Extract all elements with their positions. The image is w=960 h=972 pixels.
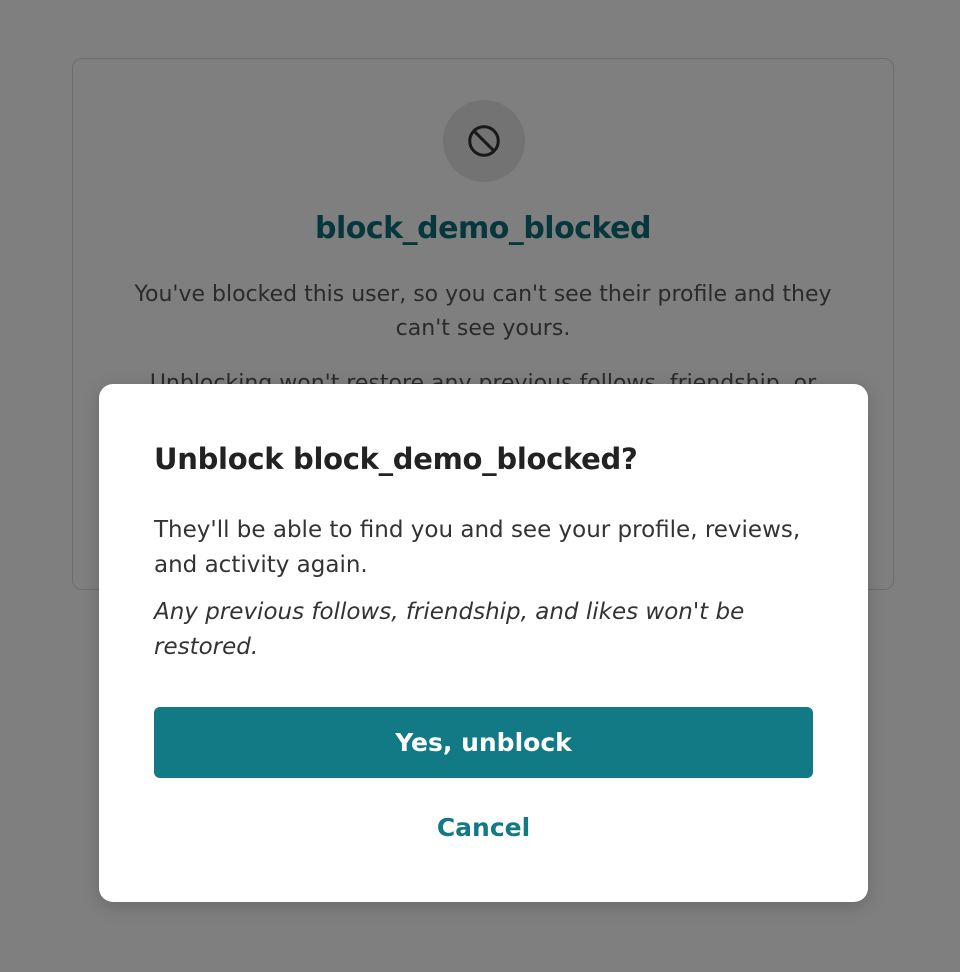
cancel-button[interactable]: Cancel: [154, 797, 813, 857]
unblock-dialog: Unblock block_demo_blocked? They'll be a…: [99, 384, 868, 902]
confirm-unblock-button[interactable]: Yes, unblock: [154, 707, 813, 778]
dialog-body: They'll be able to find you and see your…: [154, 517, 801, 578]
dialog-note: Any previous follows, friendship, and li…: [154, 599, 745, 660]
dialog-title: Unblock block_demo_blocked?: [154, 442, 638, 476]
